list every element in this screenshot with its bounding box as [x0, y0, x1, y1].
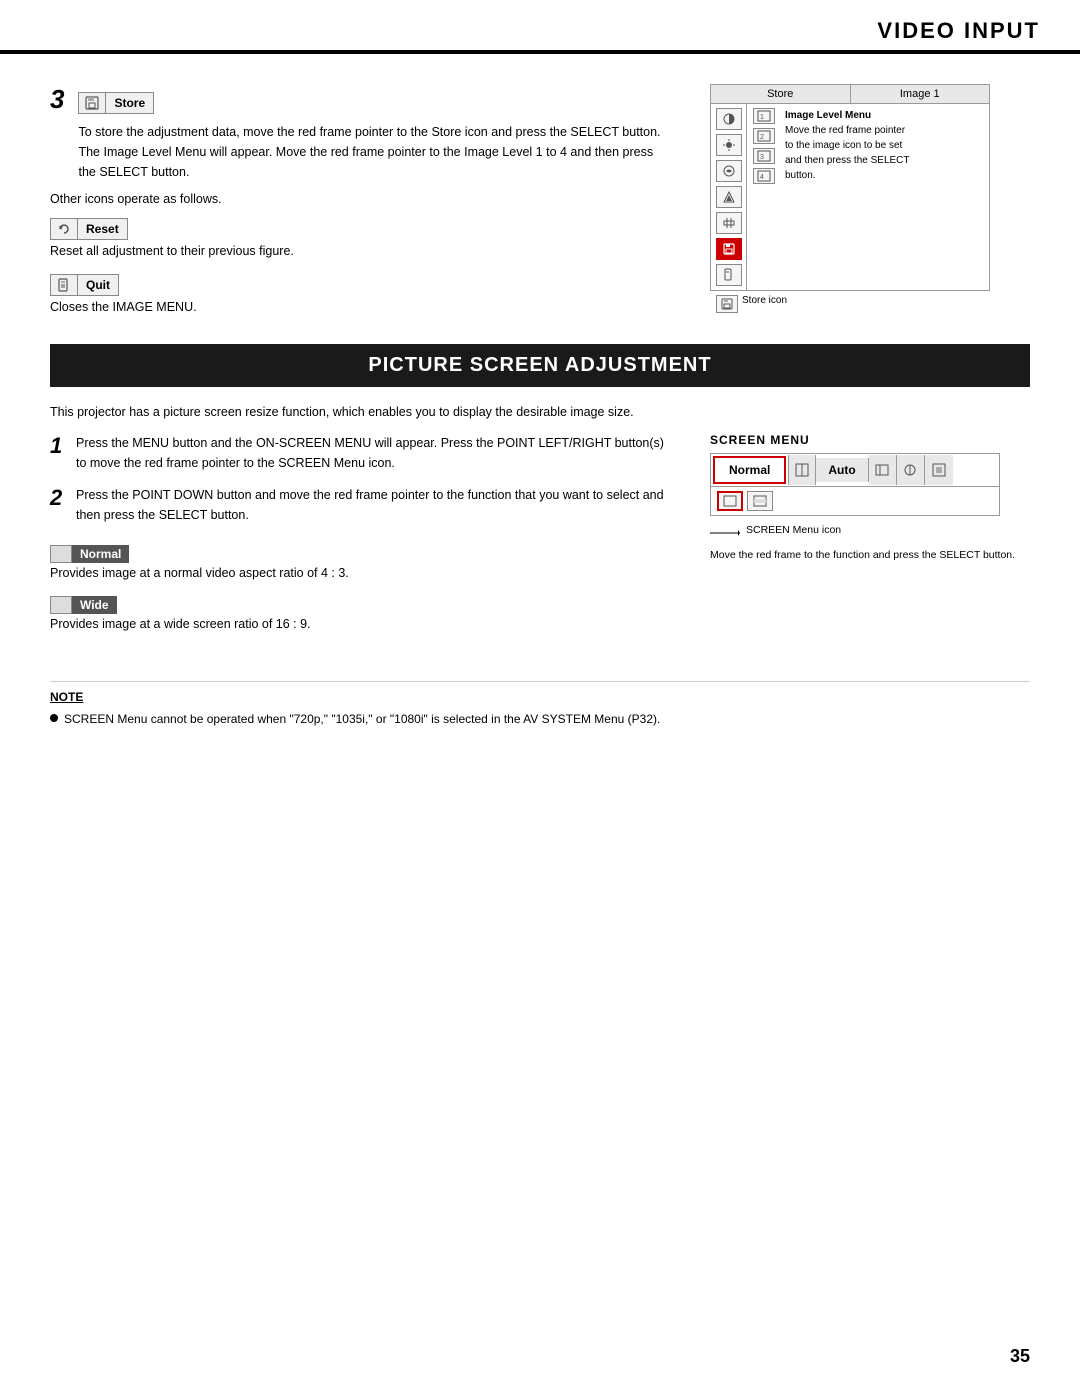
note-section: NOTE SCREEN Menu cannot be operated when… — [50, 681, 1030, 728]
psa-step-2-text: Press the POINT DOWN button and move the… — [76, 485, 670, 525]
svg-text:4: 4 — [760, 174, 764, 181]
psa-step-1: 1 Press the MENU button and the ON-SCREE… — [50, 433, 670, 473]
screen-icon-cell-4 — [925, 455, 953, 485]
screen-menu-top-row: Normal Auto — [711, 454, 999, 487]
psa-intro: This projector has a picture screen resi… — [50, 405, 1030, 419]
screen-menu-icon-label: SCREEN Menu icon — [746, 524, 841, 536]
other-icons-text: Other icons operate as follows. — [50, 192, 670, 206]
store-icon-label: Store — [78, 92, 154, 114]
store-icon — [78, 92, 106, 114]
diagram-wrapper: Store Image 1 — [710, 84, 1030, 313]
screen-icon-cell-2 — [869, 455, 897, 485]
store-icon-text: Store icon — [742, 295, 787, 306]
store-icon-bottom: Store icon — [710, 295, 1030, 313]
menu-icon-tint[interactable] — [716, 186, 742, 208]
psa-section: PICTURE SCREEN ADJUSTMENT This projector… — [50, 344, 1030, 631]
screen-icon-cell-3 — [897, 455, 925, 485]
menu-icons-column — [711, 104, 747, 290]
quit-description: Closes the IMAGE MENU. — [50, 300, 670, 314]
image-icon-1: 1 — [753, 108, 775, 124]
bullet-icon — [50, 714, 58, 722]
normal-section: Normal Provides image at a normal video … — [50, 537, 670, 580]
quit-icon — [50, 274, 78, 296]
quit-label: Quit — [78, 274, 119, 296]
section-3-diagram: Store Image 1 — [710, 84, 1030, 314]
note-title: NOTE — [50, 690, 1030, 704]
store-description: To store the adjustment data, move the r… — [78, 122, 670, 182]
svg-text:1: 1 — [760, 114, 764, 121]
screen-bottom-normal-icon — [717, 491, 743, 511]
svg-text:3: 3 — [760, 154, 764, 161]
screen-menu-bottom-row — [711, 487, 999, 515]
screen-normal-cell: Normal — [713, 456, 786, 484]
normal-label: Normal — [72, 545, 129, 563]
psa-left: 1 Press the MENU button and the ON-SCREE… — [50, 433, 670, 631]
normal-icon — [50, 545, 72, 563]
wide-label: Wide — [72, 596, 117, 614]
image-levels-area: 1 2 3 — [753, 108, 983, 184]
quit-icon-label: Quit — [50, 274, 119, 296]
menu-icon-sharpness[interactable] — [716, 212, 742, 234]
step-3-number: 3 — [50, 86, 64, 112]
psa-title: PICTURE SCREEN ADJUSTMENT — [50, 344, 1030, 387]
store-label: Store — [106, 92, 154, 114]
wide-icon-label: Wide — [50, 596, 117, 614]
screen-menu-diagram: Normal Auto — [710, 453, 1000, 516]
step-3-content: Store To store the adjustment data, move… — [78, 84, 670, 182]
image-level-annotation: Image Level Menu Move the red frame poin… — [785, 108, 925, 183]
psa-right: SCREEN MENU Normal Auto — [710, 433, 1030, 631]
svg-text:2: 2 — [760, 134, 764, 141]
reset-label: Reset — [78, 218, 128, 240]
screen-icon-cell-1 — [788, 455, 816, 485]
menu-body: 1 2 3 — [711, 104, 989, 290]
menu-col2-header: Image 1 — [851, 85, 990, 103]
screen-menu-move-text: Move the red frame to the function and p… — [710, 548, 1030, 564]
wide-section: Wide Provides image at a wide screen rat… — [50, 588, 670, 631]
menu-col1-header: Store — [711, 85, 851, 103]
reset-icon-label: Reset — [50, 218, 128, 240]
menu-icon-color[interactable] — [716, 160, 742, 182]
image-icon-2: 2 — [753, 128, 775, 144]
screen-menu-label: SCREEN MENU — [710, 433, 1030, 447]
reset-icon — [50, 218, 78, 240]
psa-body: 1 Press the MENU button and the ON-SCREE… — [50, 433, 1030, 631]
normal-icon-label: Normal — [50, 545, 129, 563]
image-icon-3: 3 — [753, 148, 775, 164]
screen-auto-cell: Auto — [816, 458, 868, 482]
wide-icon — [50, 596, 72, 614]
page-number: 35 — [1010, 1346, 1030, 1367]
main-content: 3 Store To store the adjustment data, mo… — [0, 54, 1080, 758]
menu-image-column: 1 2 3 — [747, 104, 989, 290]
psa-step-1-text: Press the MENU button and the ON-SCREEN … — [76, 433, 670, 473]
psa-step-1-number: 1 — [50, 433, 70, 473]
section-3-left: 3 Store To store the adjustment data, mo… — [50, 84, 670, 314]
psa-step-2-number: 2 — [50, 485, 70, 525]
image-icon-4: 4 — [753, 168, 775, 184]
wide-description: Provides image at a wide screen ratio of… — [50, 617, 670, 631]
reset-description: Reset all adjustment to their previous f… — [50, 244, 670, 258]
normal-description: Provides image at a normal video aspect … — [50, 566, 670, 580]
note-item-1: SCREEN Menu cannot be operated when "720… — [50, 710, 1030, 728]
menu-icon-brightness[interactable] — [716, 134, 742, 156]
menu-header: Store Image 1 — [711, 85, 989, 104]
screen-menu-icon-annotation: SCREEN Menu icon — [710, 524, 1030, 540]
store-icon-small — [716, 295, 738, 313]
page-title: VIDEO INPUT — [877, 18, 1040, 44]
store-menu-diagram: Store Image 1 — [710, 84, 990, 291]
psa-step-2: 2 Press the POINT DOWN button and move t… — [50, 485, 670, 525]
note-text-1: SCREEN Menu cannot be operated when "720… — [64, 710, 660, 728]
menu-icon-quit[interactable] — [716, 264, 742, 286]
screen-bottom-icon-2 — [747, 491, 773, 511]
menu-icon-store-selected[interactable] — [716, 238, 742, 260]
menu-icon-contrast[interactable] — [716, 108, 742, 130]
section-3: 3 Store To store the adjustment data, mo… — [50, 84, 1030, 314]
page-header: VIDEO INPUT — [0, 0, 1080, 52]
